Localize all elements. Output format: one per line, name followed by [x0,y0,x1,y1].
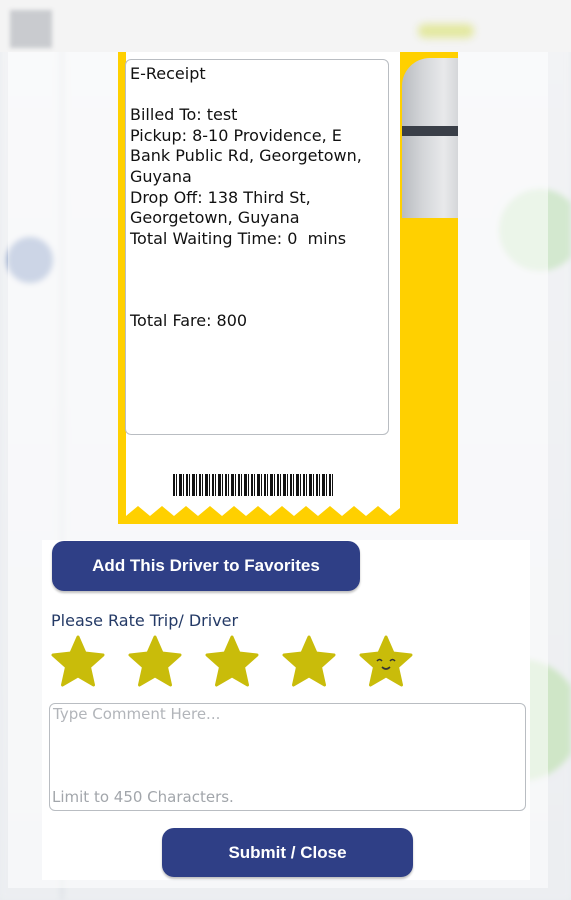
star-1-icon[interactable] [50,634,106,690]
receipt-billed-to: Billed To: test [130,105,238,125]
rate-label: Please Rate Trip/ Driver [51,611,239,630]
app-top-bar [0,0,571,52]
star-2-icon[interactable] [127,634,183,690]
receipt-roll-band [402,126,458,136]
receipt-waiting-time: Total Waiting Time: 0 mins [130,228,347,248]
e-receipt: E-Receipt Billed To: test Pickup: 8-10 P… [118,52,458,524]
star-4-icon[interactable] [281,634,337,690]
receipt-torn-edge [118,506,400,524]
receipt-total-fare: Total Fare: 800 [130,311,248,331]
receipt-title: E-Receipt [130,64,206,83]
receipt-details: E-Receipt Billed To: test Pickup: 8-10 P… [125,59,389,435]
comment-limit-hint: Limit to 450 Characters. [52,788,234,806]
barcode-icon [173,474,335,496]
star-5-smiling-icon[interactable] [358,634,414,690]
status-indicator [418,24,474,38]
receipt-drop-off: Drop Off: 138 Third St, Georgetown, Guya… [130,187,316,228]
add-to-favorites-button[interactable]: Add This Driver to Favorites [52,541,360,591]
receipt-pickup: Pickup: 8-10 Providence, E Bank Public R… [130,125,367,186]
comment-placeholder: Type Comment Here... [53,705,221,723]
submit-close-button[interactable]: Submit / Close [162,828,413,877]
star-3-icon[interactable] [204,634,260,690]
menu-icon [10,10,52,48]
receipt-roll-graphic [402,58,458,218]
